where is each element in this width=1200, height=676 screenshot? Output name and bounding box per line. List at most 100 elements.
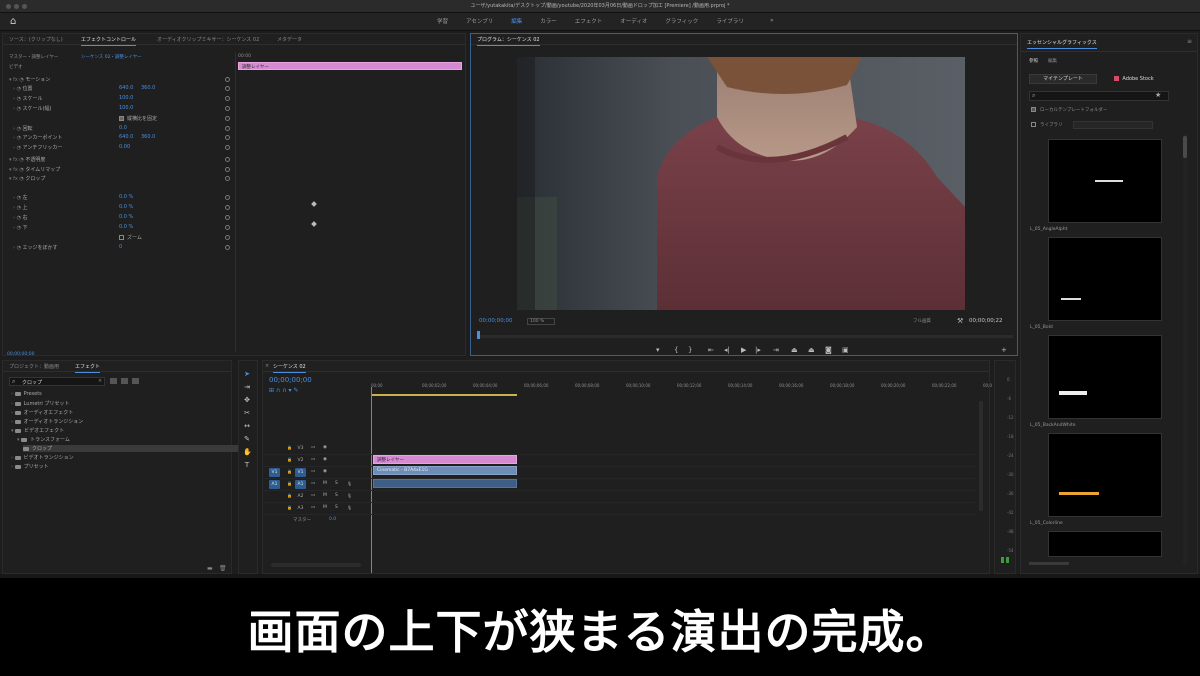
clip-adjustment-layer[interactable]: 調整レイヤー [373, 455, 517, 464]
mute-button[interactable]: M [323, 505, 327, 510]
keyframe-top[interactable] [311, 201, 317, 207]
track-target[interactable]: A1 [295, 480, 306, 489]
yuv-effects-icon[interactable] [132, 378, 139, 384]
clip-cinematic[interactable]: Cinematic - B7A4xE1G [373, 466, 517, 475]
effects-tree-item[interactable]: › Lumetri プリセット [11, 400, 69, 407]
sequence-clip-label[interactable]: シーケンス 02・調整レイヤー [81, 54, 142, 60]
effects-tree-item[interactable]: › Presets [11, 391, 42, 397]
solo-button[interactable]: S [335, 493, 338, 498]
ws-tab-assembly[interactable]: アセンブリ [457, 17, 502, 25]
effect-row[interactable]: ズーム [127, 234, 142, 241]
effect-value-1[interactable]: 0.0 % [119, 224, 133, 230]
track-target[interactable]: A2 [295, 492, 306, 501]
pen-tool-icon[interactable]: ✎ [243, 435, 251, 443]
32bit-effects-icon[interactable] [121, 378, 128, 384]
clear-search-icon[interactable]: × [98, 378, 102, 384]
mark-in-icon[interactable]: { [674, 346, 678, 354]
tab-source[interactable]: ソース：(クリップなし) [9, 36, 63, 43]
effect-row[interactable]: ▾ fx ◔ 不透明度 [9, 156, 45, 163]
effect-row[interactable]: › ◔ アンチフリッカー [13, 144, 62, 151]
add-marker-icon[interactable]: ▾ [656, 346, 660, 354]
effect-value-1[interactable]: 0.0 % [119, 214, 133, 220]
sync-lock-icon[interactable]: ▭ [311, 505, 315, 510]
step-forward-icon[interactable]: |▸ [755, 346, 761, 354]
effect-row[interactable]: › ◔ アンカーポイント [13, 134, 62, 141]
program-timecode-left[interactable]: 00;00;00;00 [479, 318, 513, 324]
effect-value-2[interactable]: 360.0 [141, 85, 155, 91]
ws-tab-graphics[interactable]: グラフィック [656, 17, 707, 25]
timeline-h-scrollbar[interactable] [271, 563, 361, 567]
track-lock-icon[interactable]: 🔒 [287, 469, 292, 474]
reset-icon[interactable] [225, 215, 230, 220]
slip-tool-icon[interactable]: ↔ [243, 422, 251, 430]
microphone-icon[interactable]: 🎙 [347, 481, 352, 486]
ws-tab-effects[interactable]: エフェクト [566, 17, 612, 25]
effect-value-1[interactable]: 0.00 [119, 144, 130, 150]
keyframe-area[interactable]: 00:00 調整レイヤー [235, 52, 465, 352]
track-lock-icon[interactable]: 🔒 [287, 457, 292, 462]
work-area-bar[interactable] [371, 394, 517, 396]
reset-icon[interactable] [225, 195, 230, 200]
ws-tab-learn[interactable]: 学習 [428, 17, 457, 25]
panel-menu-icon[interactable]: ≡ [1187, 38, 1192, 45]
accelerated-effects-icon[interactable] [110, 378, 117, 384]
source-patch-audio[interactable]: A1 [269, 480, 280, 489]
ws-tab-libraries[interactable]: ライブラリ [707, 17, 753, 25]
wrench-icon[interactable]: ⚒ [957, 317, 963, 325]
effects-tree-item[interactable]: › プリセット [11, 463, 49, 470]
reset-icon[interactable] [225, 205, 230, 210]
ripple-edit-tool-icon[interactable]: ✥ [243, 396, 251, 404]
tab-metadata[interactable]: メタデータ [277, 36, 302, 43]
template-thumb-2[interactable] [1048, 237, 1162, 321]
reset-icon[interactable] [225, 225, 230, 230]
track-lock-icon[interactable]: 🔒 [287, 505, 292, 510]
tab-sequence[interactable]: シーケンス 02 [273, 363, 306, 373]
effect-value-1[interactable]: 640.0 [119, 85, 133, 91]
effects-search-input[interactable]: ⌕ クロップ × [9, 377, 105, 386]
mute-button[interactable]: M [323, 481, 327, 486]
tab-effect-controls[interactable]: エフェクトコントロール [81, 36, 137, 46]
timeline-tools-icons[interactable]: ⊞ ∩ ∩ ▾ ✎ [269, 387, 298, 394]
reset-icon[interactable] [225, 86, 230, 91]
library-select[interactable] [1073, 121, 1153, 129]
reset-icon[interactable] [225, 235, 230, 240]
effect-row[interactable]: ▾ fx ◔ モーション [9, 76, 50, 83]
effect-row[interactable]: › ◔ エッジをぼかす [13, 244, 58, 251]
microphone-icon[interactable]: 🎙 [347, 493, 352, 498]
effect-value-1[interactable]: 0 [119, 244, 122, 250]
ws-tab-audio[interactable]: オーディオ [611, 17, 656, 25]
effects-tree-item[interactable]: クロップ [23, 445, 241, 452]
track-target[interactable]: A3 [295, 504, 306, 513]
effects-tree-item[interactable]: ▾ トランスフォーム [17, 436, 70, 443]
effect-row[interactable]: › ◔ スケール [13, 95, 43, 102]
home-icon[interactable]: ⌂ [10, 16, 21, 27]
reset-icon[interactable] [225, 77, 230, 82]
effect-row[interactable]: › ◔ 上 [13, 204, 28, 211]
monitor-scrub-bar[interactable] [477, 335, 1013, 338]
effect-row[interactable]: ▾ fx ◔ タイムリマップ [9, 166, 60, 173]
thumbnail-size-slider[interactable] [1029, 562, 1069, 565]
adobe-stock-button[interactable]: Adobe Stock [1101, 74, 1167, 84]
effect-value-1[interactable]: 0.0 [119, 125, 127, 131]
video-frame[interactable] [517, 57, 965, 310]
ws-tab-color[interactable]: カラー [531, 17, 566, 25]
template-thumb-5[interactable] [1048, 531, 1162, 557]
eg-tab-browse[interactable]: 参照 [1029, 58, 1038, 64]
ec-clip-bar[interactable]: 調整レイヤー [238, 62, 462, 70]
zoom-select[interactable]: 100 % [527, 318, 556, 325]
sync-lock-icon[interactable]: ▭ [311, 457, 315, 462]
my-templates-button[interactable]: マイテンプレート [1029, 74, 1097, 84]
track-select-tool-icon[interactable]: ⇥ [243, 383, 251, 391]
expand-arrow-icon[interactable]: ▾ fx [9, 157, 19, 163]
track-lock-icon[interactable]: 🔒 [287, 481, 292, 486]
lift-icon[interactable]: ⏏ [791, 346, 798, 354]
sync-lock-icon[interactable]: ▭ [311, 469, 315, 474]
expand-arrow-icon[interactable]: ▾ fx [9, 167, 19, 173]
effect-value-1[interactable]: 100.0 [119, 105, 133, 111]
effect-checkbox[interactable] [119, 235, 124, 240]
effect-row[interactable]: › ◔ 回転 [13, 125, 33, 132]
eg-tab-edit[interactable]: 編集 [1048, 58, 1057, 64]
libraries-checkbox[interactable] [1031, 122, 1036, 127]
reset-icon[interactable] [225, 167, 230, 172]
effect-row[interactable]: › ◔ 右 [13, 214, 28, 221]
